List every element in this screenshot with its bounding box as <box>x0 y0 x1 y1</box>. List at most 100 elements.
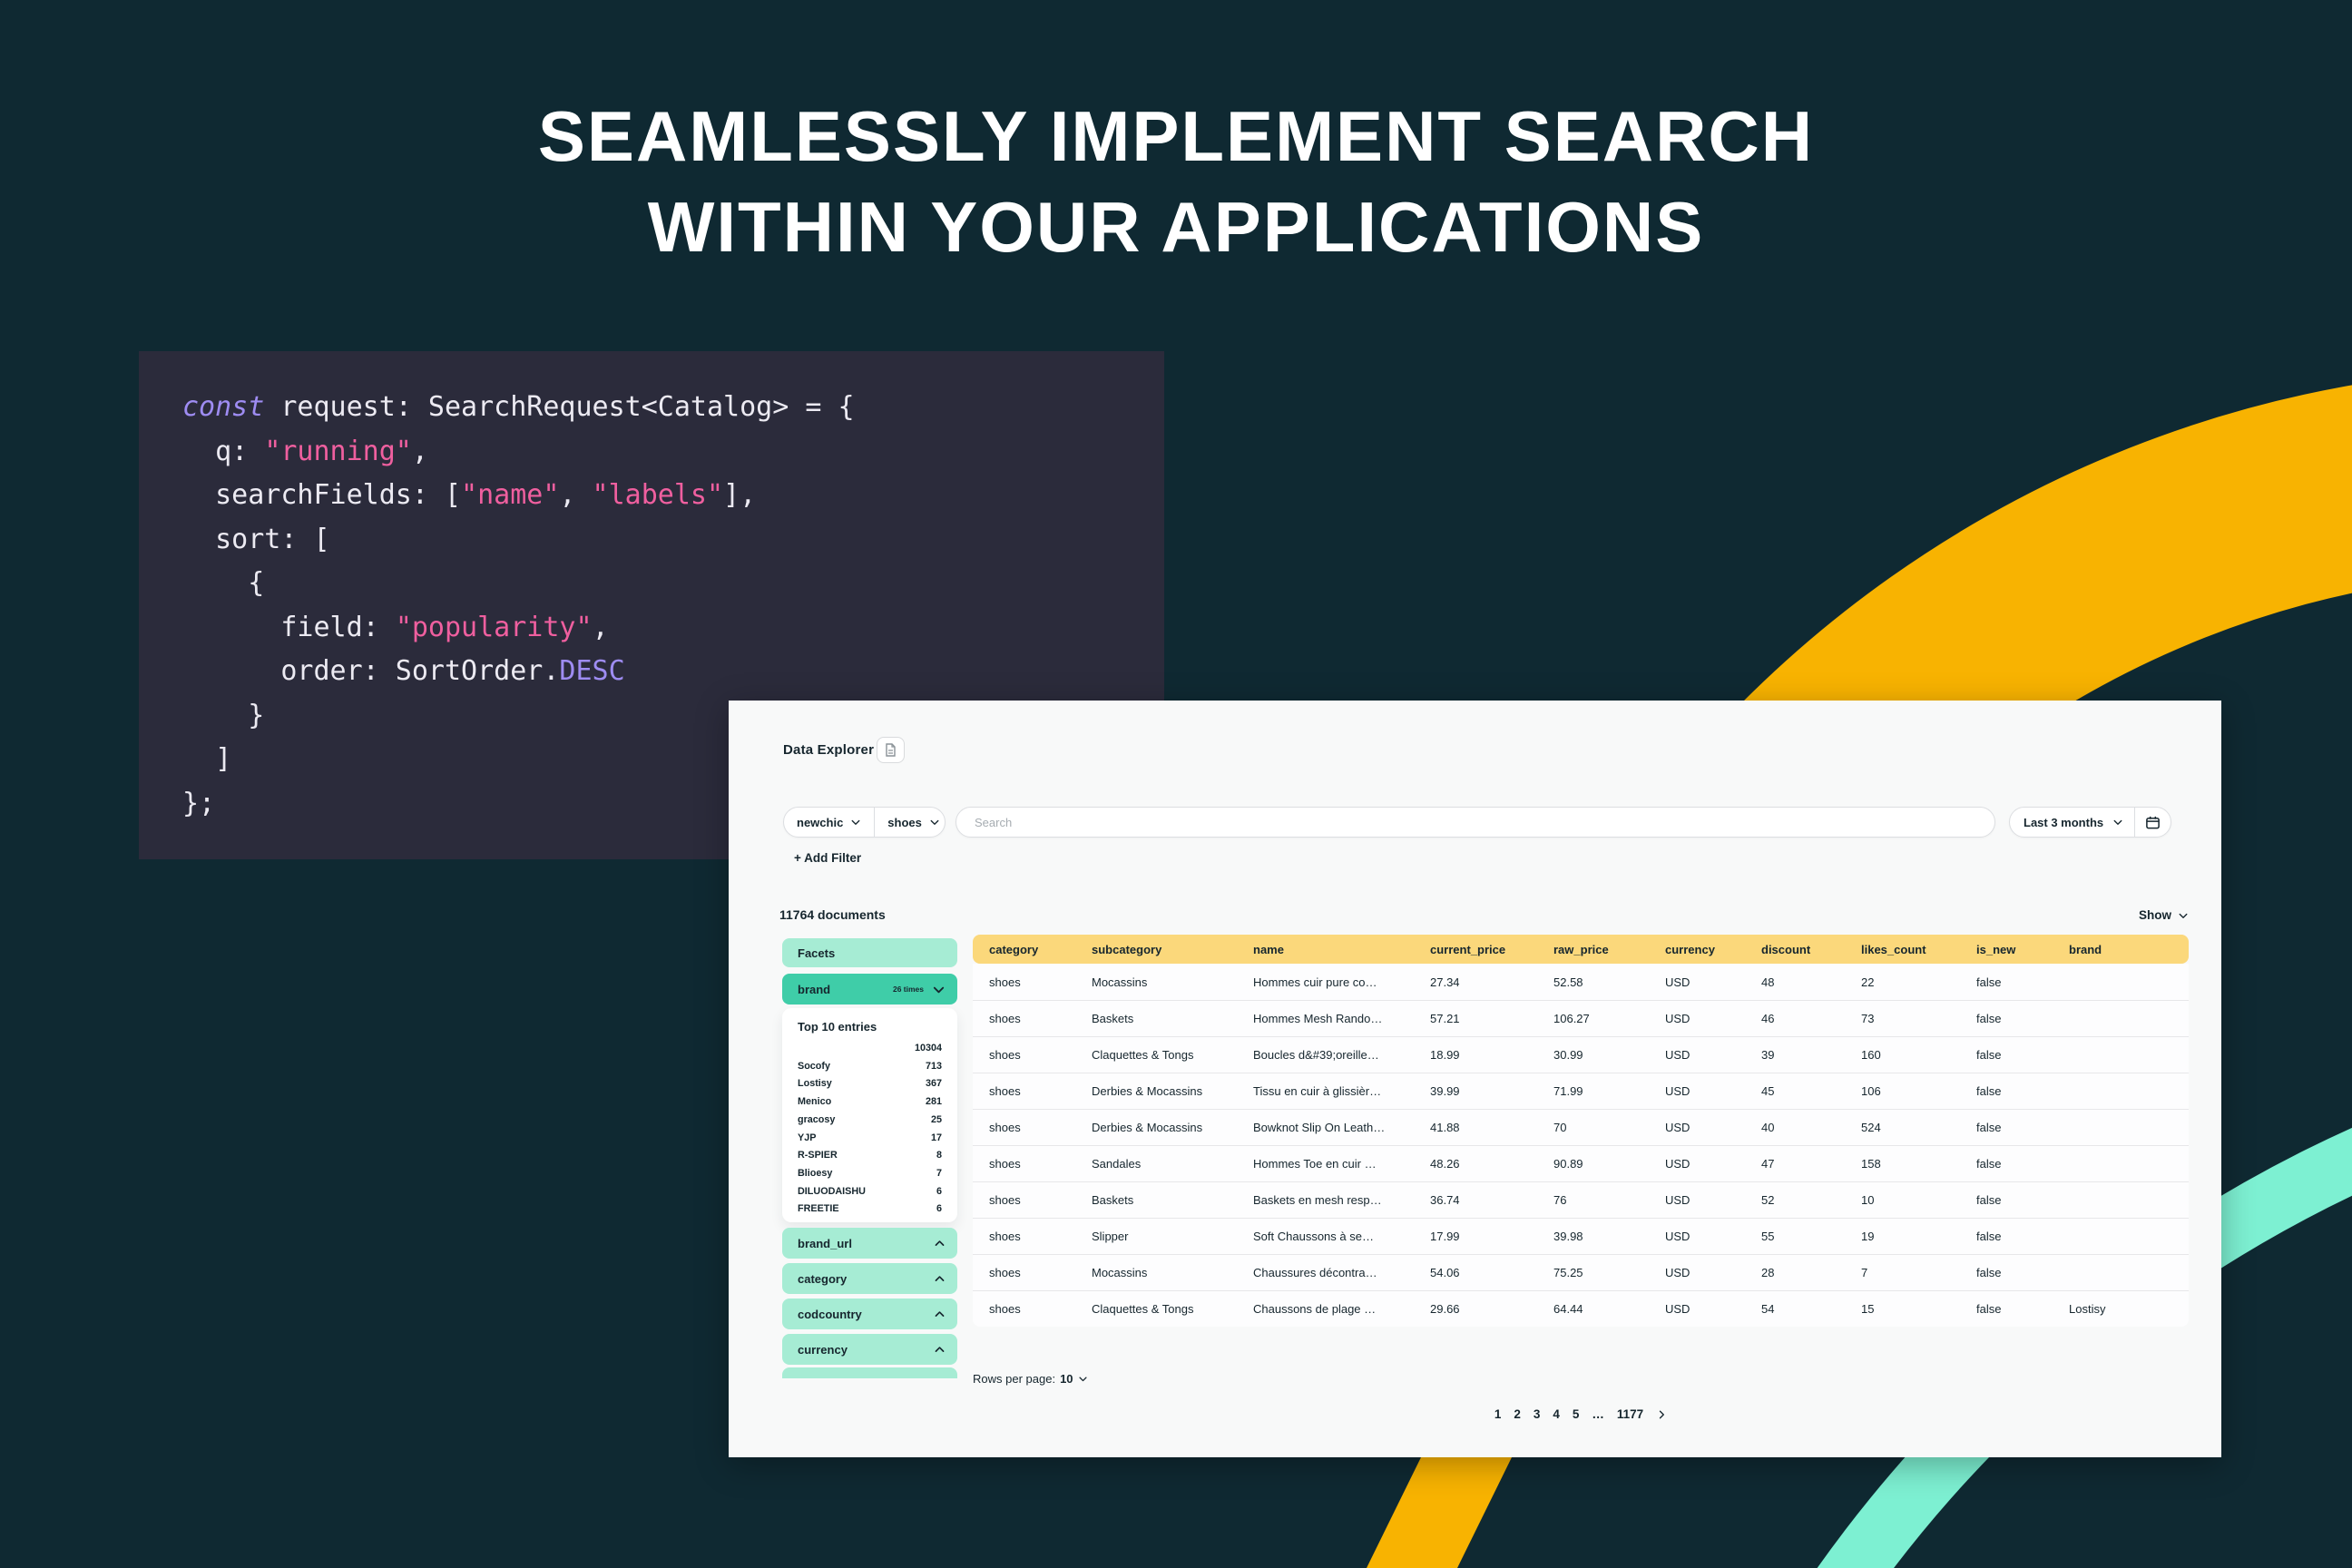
code-line: order: SortOrder.DESC <box>182 650 1164 694</box>
cell: shoes <box>989 1193 1092 1207</box>
facets-header: Facets <box>782 938 957 967</box>
page-number[interactable]: 3 <box>1534 1407 1541 1421</box>
cell: 90.89 <box>1553 1157 1665 1171</box>
facet-entry-count: 7 <box>936 1165 942 1183</box>
cell: 64.44 <box>1553 1302 1665 1316</box>
code-line: q: "running", <box>182 430 1164 475</box>
cell: 55 <box>1761 1230 1861 1243</box>
table-header-row: categorysubcategorynamecurrent_priceraw_… <box>973 935 2189 964</box>
facet-entry[interactable]: YJP17 <box>798 1130 942 1148</box>
chevron-down-icon <box>932 983 946 996</box>
cell: Hommes Mesh Rando… <box>1253 1012 1430 1025</box>
cell: 45 <box>1761 1084 1861 1098</box>
documents-count: 11764 documents <box>779 907 886 922</box>
facet-brand-label: brand <box>798 983 830 996</box>
facet-label: category <box>798 1272 847 1286</box>
facet-brand_url[interactable]: brand_url <box>782 1228 957 1259</box>
chevron-right-icon[interactable] <box>1656 1409 1667 1420</box>
search-input[interactable] <box>956 807 1995 838</box>
facet-entry-count: 367 <box>926 1075 942 1093</box>
document-icon-button[interactable] <box>877 737 905 763</box>
facet-entry[interactable]: FREETIE6 <box>798 1200 942 1219</box>
chevron-up-icon <box>934 1238 946 1250</box>
cell: 70 <box>1553 1121 1665 1134</box>
yellow-ribbon <box>1367 1457 1512 1568</box>
facet-entry[interactable]: Socofy713 <box>798 1058 942 1076</box>
page-number[interactable]: 5 <box>1573 1407 1580 1421</box>
cell: 29.66 <box>1430 1302 1553 1316</box>
facet-brand[interactable]: brand 26 times <box>782 974 957 1004</box>
facet-entry-name: YJP <box>798 1130 816 1148</box>
collection-select[interactable]: shoes <box>874 808 953 837</box>
facet-entry[interactable]: R-SPIER8 <box>798 1147 942 1165</box>
table-row[interactable]: shoesBasketsBaskets en mesh resp…36.7476… <box>973 1181 2189 1218</box>
table-row[interactable]: shoesSlipperSoft Chaussons à se…17.9939.… <box>973 1218 2189 1254</box>
cell: 160 <box>1861 1048 1976 1062</box>
table-row[interactable]: shoesMocassinsHommes cuir pure co…27.345… <box>973 964 2189 1000</box>
cell: Bowknot Slip On Leath… <box>1253 1121 1430 1134</box>
cell: shoes <box>989 1121 1092 1134</box>
table-row[interactable]: shoesDerbies & MocassinsBowknot Slip On … <box>973 1109 2189 1145</box>
chevron-down-icon <box>1078 1374 1088 1384</box>
cell: shoes <box>989 975 1092 989</box>
cell: Sandales <box>1092 1157 1253 1171</box>
cell: 18.99 <box>1430 1048 1553 1062</box>
facet-entry-name: Blioesy <box>798 1165 832 1183</box>
page-number[interactable]: 1 <box>1494 1407 1502 1421</box>
pagination-pages: 12345…1177 <box>1494 1407 1643 1421</box>
dataset-select[interactable]: newchic <box>784 808 874 837</box>
cell: Baskets <box>1092 1193 1253 1207</box>
page-number[interactable]: 2 <box>1514 1407 1521 1421</box>
facet-entry[interactable]: Menico281 <box>798 1093 942 1112</box>
cell: false <box>1976 1266 2069 1279</box>
cell: 17.99 <box>1430 1230 1553 1243</box>
chevron-up-icon <box>934 1344 946 1356</box>
facet-entry[interactable]: 10304 <box>798 1040 942 1058</box>
add-filter-button[interactable]: + Add Filter <box>794 851 861 865</box>
table-row[interactable]: shoesClaquettes & TongsBoucles d&#39;ore… <box>973 1036 2189 1073</box>
facet-brand-badge: 26 times <box>893 985 924 994</box>
cell: 54 <box>1761 1302 1861 1316</box>
show-toggle[interactable]: Show <box>2139 908 2189 922</box>
page-number[interactable]: 1177 <box>1617 1407 1643 1421</box>
cell: 48 <box>1761 975 1861 989</box>
table-row[interactable]: shoesSandalesHommes Toe en cuir …48.2690… <box>973 1145 2189 1181</box>
table-row[interactable]: shoesDerbies & MocassinsTissu en cuir à … <box>973 1073 2189 1109</box>
cell: 54.06 <box>1430 1266 1553 1279</box>
cell: USD <box>1665 1121 1761 1134</box>
page-number[interactable]: 4 <box>1553 1407 1560 1421</box>
header-cell-brand: brand <box>2069 943 2189 956</box>
table-row[interactable]: shoesClaquettes & TongsChaussons de plag… <box>973 1290 2189 1327</box>
facet-entry-name: Lostisy <box>798 1075 832 1093</box>
results-table: categorysubcategorynamecurrent_priceraw_… <box>973 935 2189 1327</box>
table-row[interactable]: shoesMocassinsChaussures décontra…54.067… <box>973 1254 2189 1290</box>
facet-codcountry[interactable]: codcountry <box>782 1298 957 1329</box>
facet-entry[interactable]: DILUODAISHU6 <box>798 1183 942 1201</box>
cell: 7 <box>1861 1266 1976 1279</box>
rows-per-page[interactable]: Rows per page: 10 <box>973 1372 1088 1386</box>
calendar-button[interactable] <box>2134 808 2171 837</box>
cell: shoes <box>989 1048 1092 1062</box>
facet-entry[interactable]: Lostisy 367 <box>798 1075 942 1093</box>
facet-entry-name: DILUODAISHU <box>798 1183 866 1201</box>
cell: 40 <box>1761 1121 1861 1134</box>
cell: 30.99 <box>1553 1048 1665 1062</box>
cell: Chaussons de plage … <box>1253 1302 1430 1316</box>
cell: Mocassins <box>1092 975 1253 989</box>
date-range-select[interactable]: Last 3 months <box>2010 808 2134 837</box>
facet-entry[interactable]: Blioesy 7 <box>798 1165 942 1183</box>
facet-currency[interactable]: currency <box>782 1334 957 1365</box>
table-row[interactable]: shoesBasketsHommes Mesh Rando…57.21106.2… <box>973 1000 2189 1036</box>
source-filter-pill: newchic shoes <box>783 807 946 838</box>
facet-entry[interactable]: gracosy25 <box>798 1112 942 1130</box>
chevron-up-icon <box>934 1308 946 1320</box>
facet-category[interactable]: category <box>782 1263 957 1294</box>
cell: USD <box>1665 1084 1761 1098</box>
facet-entry-count: 713 <box>926 1058 942 1076</box>
header-cell-is_new: is_new <box>1976 943 2069 956</box>
cell: false <box>1976 1012 2069 1025</box>
table-body: shoesMocassinsHommes cuir pure co…27.345… <box>973 964 2189 1327</box>
cell: 39.98 <box>1553 1230 1665 1243</box>
hero-title-line1: SEAMLESSLY IMPLEMENT SEARCH <box>0 91 2352 181</box>
facet-top-entries-title: Top 10 entries <box>798 1020 942 1034</box>
